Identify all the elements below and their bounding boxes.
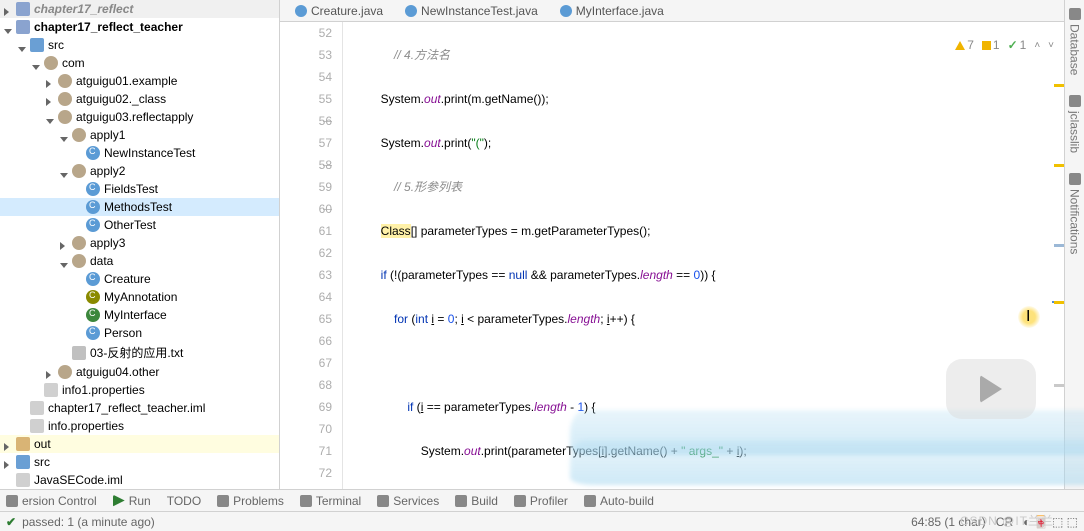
module-chapter17-reflect-teacher[interactable]: chapter17_reflect_teacher <box>0 18 279 36</box>
package-apply2[interactable]: apply2 <box>0 162 279 180</box>
profiler-toolwindow[interactable]: Profiler <box>514 494 568 508</box>
bell-icon <box>1069 173 1081 185</box>
class-person[interactable]: Person <box>0 324 279 342</box>
class-creature[interactable]: Creature <box>0 270 279 288</box>
jclasslib-toolwindow[interactable]: jclasslib <box>1068 95 1082 153</box>
folder-out[interactable]: out <box>0 435 279 453</box>
package-data[interactable]: data <box>0 252 279 270</box>
terminal-toolwindow[interactable]: Terminal <box>300 494 361 508</box>
status-bar: ✔ passed: 1 (a minute ago) 64:85 (1 char… <box>0 511 1084 531</box>
test-pass-icon: ✔ <box>6 515 16 529</box>
right-tool-strip: Database jclasslib Notifications <box>1064 0 1084 489</box>
package-apply1[interactable]: apply1 <box>0 126 279 144</box>
video-play-button[interactable] <box>946 359 1036 419</box>
project-tree[interactable]: chapter17_reflect chapter17_reflect_teac… <box>0 0 280 489</box>
test-status-text: passed: 1 (a minute ago) <box>22 515 155 529</box>
package-atguigu03[interactable]: atguigu03.reflectapply <box>0 108 279 126</box>
class-new-instance-test[interactable]: NewInstanceTest <box>0 144 279 162</box>
module-chapter17-reflect[interactable]: chapter17_reflect <box>0 0 279 18</box>
package-apply3[interactable]: apply3 <box>0 234 279 252</box>
code-editor[interactable]: // 4.方法名 System.out.print(m.getName()); … <box>350 22 1064 489</box>
terminal-icon <box>300 495 312 507</box>
file-txt[interactable]: 03-反射的应用.txt <box>0 342 279 363</box>
editor-tabs: Creature.java NewInstanceTest.java MyInt… <box>280 0 1064 22</box>
package-com[interactable]: com <box>0 54 279 72</box>
database-toolwindow[interactable]: Database <box>1068 8 1082 75</box>
package-atguigu02[interactable]: atguigu02._class <box>0 90 279 108</box>
package-atguigu01[interactable]: atguigu01.example <box>0 72 279 90</box>
play-icon <box>980 375 1002 403</box>
java-icon <box>560 5 572 17</box>
file-info1-properties[interactable]: info1.properties <box>0 381 279 399</box>
class-fields-test[interactable]: FieldsTest <box>0 180 279 198</box>
autobuild-toolwindow[interactable]: Auto-build <box>584 494 654 508</box>
tab-new-instance-test[interactable]: NewInstanceTest.java <box>396 1 547 20</box>
file-javasecode-iml[interactable]: JavaSECode.iml <box>0 471 279 489</box>
vcs-icon <box>6 495 18 507</box>
file-info-properties[interactable]: info.properties <box>0 417 279 435</box>
jclasslib-icon <box>1069 95 1081 107</box>
file-iml[interactable]: chapter17_reflect_teacher.iml <box>0 399 279 417</box>
java-icon <box>405 5 417 17</box>
gutter[interactable]: 5253545556575859606162636465666768697071… <box>280 22 350 489</box>
watermark: CSDN @IT兰兰 <box>960 512 1054 529</box>
services-toolwindow[interactable]: Services <box>377 494 439 508</box>
class-methods-test[interactable]: MethodsTest <box>0 198 279 216</box>
build-icon <box>455 495 467 507</box>
error-stripe[interactable] <box>1054 44 1064 489</box>
todo-toolwindow[interactable]: TODO <box>167 494 201 508</box>
class-my-interface[interactable]: MyInterface <box>0 306 279 324</box>
package-atguigu04[interactable]: atguigu04.other <box>0 363 279 381</box>
services-icon <box>377 495 389 507</box>
hammer-icon <box>584 495 596 507</box>
bottom-tool-strip: ersion Control Run TODO Problems Termina… <box>0 489 1084 511</box>
class-other-test[interactable]: OtherTest <box>0 216 279 234</box>
problems-icon <box>217 495 229 507</box>
notifications-toolwindow[interactable]: Notifications <box>1068 173 1082 254</box>
run-icon <box>113 495 125 507</box>
class-my-annotation[interactable]: MyAnnotation <box>0 288 279 306</box>
problems-toolwindow[interactable]: Problems <box>217 494 284 508</box>
build-toolwindow[interactable]: Build <box>455 494 498 508</box>
run-toolwindow[interactable]: Run <box>113 494 151 508</box>
folder-src-root[interactable]: src <box>0 453 279 471</box>
database-icon <box>1069 8 1081 20</box>
version-control-toolwindow[interactable]: ersion Control <box>6 494 97 508</box>
profiler-icon <box>514 495 526 507</box>
tab-my-interface[interactable]: MyInterface.java <box>551 1 673 20</box>
tab-creature[interactable]: Creature.java <box>286 1 392 20</box>
java-icon <box>295 5 307 17</box>
folder-src[interactable]: src <box>0 36 279 54</box>
